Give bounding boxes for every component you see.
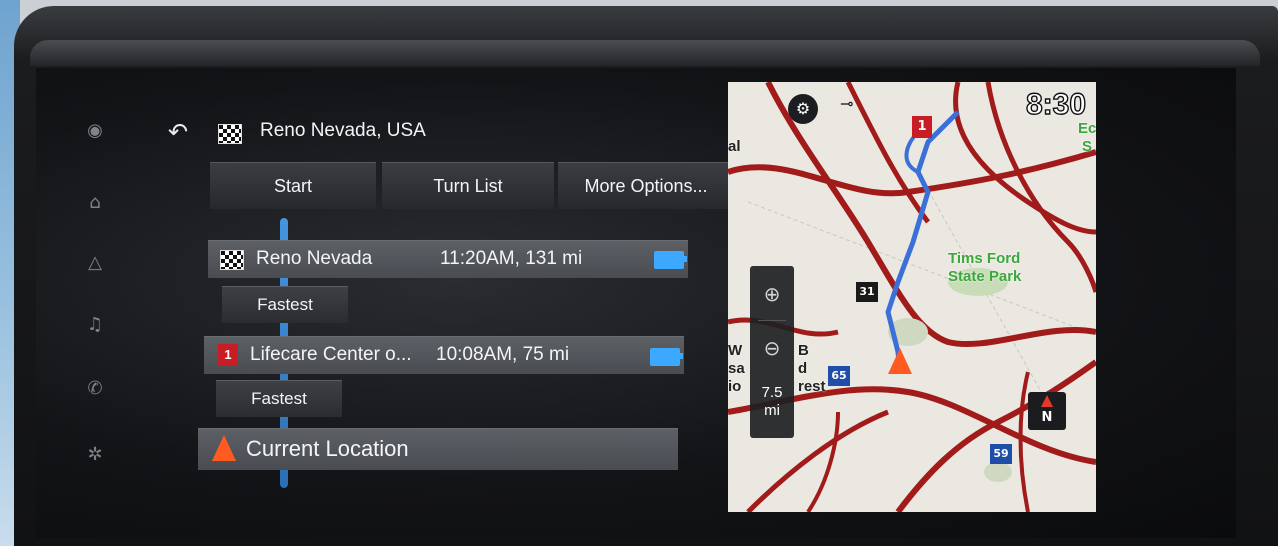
route-segment-type[interactable]: Fastest: [216, 380, 342, 417]
zoom-in-icon[interactable]: ⊕: [750, 272, 794, 316]
compass-button[interactable]: N: [1028, 392, 1066, 430]
tab-more-options[interactable]: More Options...: [558, 162, 734, 209]
nav-arrow-icon: [212, 435, 236, 461]
route-stop-destination[interactable]: Reno Nevada 11:20AM, 131 mi: [208, 240, 688, 278]
checkered-flag-icon: [218, 124, 242, 144]
back-icon[interactable]: ↶: [168, 118, 196, 146]
stop-eta: 11:20AM, 131 mi: [440, 248, 583, 269]
destination-title: Reno Nevada, USA: [260, 120, 426, 141]
infotainment-screen: ◉ ⌂ △ ♫ ✆ ✲ ↶ Reno Nevada, USA Start Tur…: [36, 68, 1236, 538]
phone-icon[interactable]: ✆: [82, 376, 108, 402]
map-label: S: [1082, 138, 1093, 155]
interstate-shield: 65: [828, 366, 850, 386]
zoom-controls: ⊕ ⊖ 7.5 mi: [750, 266, 794, 438]
zoom-out-icon[interactable]: ⊖: [750, 326, 794, 370]
battery-icon: [650, 348, 683, 366]
checkered-flag-icon: [220, 250, 244, 270]
map-label: B: [798, 342, 809, 359]
music-icon[interactable]: ♫: [82, 312, 108, 338]
display-bezel-top: [30, 40, 1260, 66]
zoom-divider: [758, 320, 786, 321]
settings-gear-icon[interactable]: ⚙: [788, 94, 818, 124]
map-label: d: [798, 360, 808, 377]
home-icon[interactable]: ⌂: [82, 190, 108, 216]
map-scale-unit: mi: [764, 402, 780, 419]
current-position-icon: [888, 348, 912, 374]
stop-name: Reno Nevada: [256, 248, 373, 269]
tab-turn-list[interactable]: Turn List: [382, 162, 554, 209]
compass-label: N: [1041, 410, 1053, 425]
compass-needle-icon: [1041, 395, 1053, 407]
tab-start[interactable]: Start: [210, 162, 376, 209]
map-scale-value: 7.5: [761, 384, 783, 401]
map-view[interactable]: ⚙ ⊸ 8:30 1 Tims Ford State Park Ec S al …: [728, 82, 1096, 512]
waypoint-flag-icon: 1: [912, 116, 932, 138]
map-label: al: [728, 138, 741, 155]
waypoint-flag-icon: 1: [218, 344, 238, 366]
map-label: sa: [728, 360, 745, 377]
map-label: W: [728, 342, 743, 359]
battery-icon: [654, 251, 687, 269]
navigation-icon[interactable]: △: [82, 250, 108, 276]
map-label: Tims Ford: [948, 250, 1021, 267]
interstate-shield: 59: [990, 444, 1012, 464]
stop-eta: 10:08AM, 75 mi: [436, 344, 570, 365]
fan-icon[interactable]: ✲: [82, 442, 108, 468]
clock: 8:30: [1025, 87, 1086, 121]
route-stop-waypoint[interactable]: 1 Lifecare Center o... 10:08AM, 75 mi: [204, 336, 684, 374]
route-segment-type[interactable]: Fastest: [222, 286, 348, 323]
highway-shield: 31: [856, 282, 878, 302]
stop-name: Current Location: [246, 436, 409, 461]
map-label: State Park: [948, 268, 1022, 285]
map-label: io: [728, 378, 742, 395]
route-stop-current-location[interactable]: Current Location: [198, 428, 678, 470]
route-options-icon[interactable]: ⊸: [840, 94, 853, 113]
map-label: rest: [798, 378, 826, 395]
navigation-pin-icon[interactable]: ◉: [82, 118, 108, 144]
stop-name: Lifecare Center o...: [250, 344, 412, 365]
map-label: Ec: [1078, 120, 1096, 137]
